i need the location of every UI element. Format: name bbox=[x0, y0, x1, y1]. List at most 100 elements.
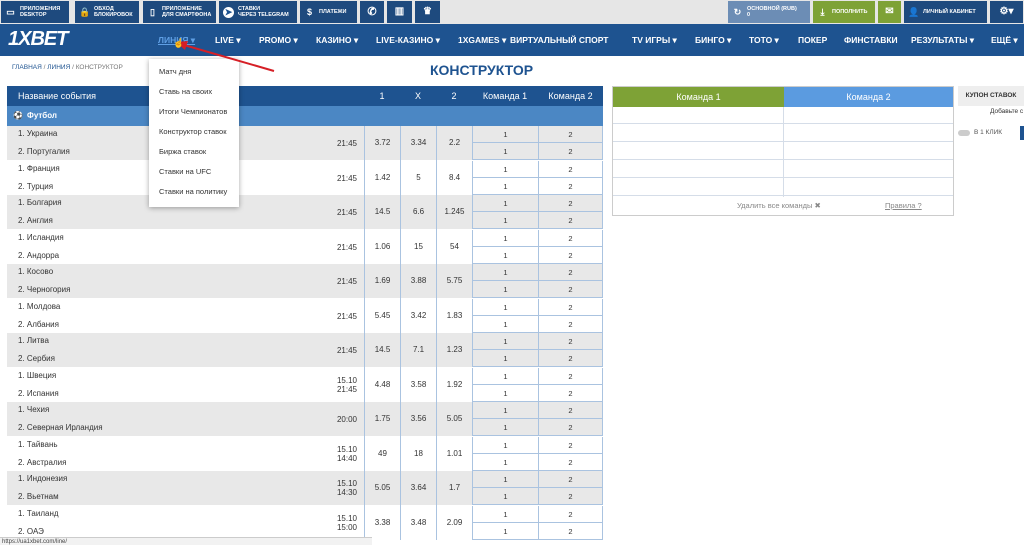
trophy-button[interactable]: ♛ bbox=[415, 1, 440, 23]
team1-pick-2[interactable]: 1 bbox=[472, 453, 538, 471]
team2-pick-2[interactable]: 2 bbox=[538, 177, 603, 195]
table-row[interactable]: 1. Швеция 2. Испания 15.10 21:45 4.48 3.58 1.9… bbox=[7, 367, 603, 402]
odds-x[interactable]: 3.58 bbox=[400, 367, 436, 402]
team2-pick-1[interactable]: 2 bbox=[538, 333, 603, 350]
odds-x[interactable]: 7.1 bbox=[400, 333, 436, 368]
team2-pick-2[interactable]: 2 bbox=[538, 384, 603, 402]
coupon-title[interactable]: КУПОН СТАВОК bbox=[958, 86, 1024, 106]
team1-pick-2[interactable]: 1 bbox=[472, 246, 538, 264]
team1-pick-2[interactable]: 1 bbox=[472, 384, 538, 402]
team2-header[interactable]: Команда 2 bbox=[784, 87, 953, 107]
team1-pick-2[interactable]: 1 bbox=[472, 350, 538, 367]
team1-pick-1[interactable]: 1 bbox=[472, 436, 538, 454]
team1-pick-1[interactable]: 1 bbox=[472, 229, 538, 247]
nav-casino[interactable]: КАЗИНО ▾ bbox=[316, 24, 358, 56]
odds-2[interactable]: 8.4 bbox=[436, 160, 472, 195]
team1-pick-1[interactable]: 1 bbox=[472, 264, 538, 281]
table-row[interactable]: 1. Болгария 2. Англия 21:45 14.5 6.6 1.245 1 2 1… bbox=[7, 195, 603, 230]
table-row[interactable]: 1. Тайвань 2. Австралия 15.10 14:40 49 18 1.01… bbox=[7, 436, 603, 471]
team1-pick-1[interactable]: 1 bbox=[472, 367, 538, 385]
menu-item-ufc-bets[interactable]: Ставки на UFC bbox=[159, 167, 211, 176]
odds-1[interactable]: 1.69 bbox=[364, 264, 400, 299]
odds-x[interactable]: 5 bbox=[400, 160, 436, 195]
team1-pick-2[interactable]: 1 bbox=[472, 488, 538, 505]
stats-button[interactable]: ▥ bbox=[387, 1, 412, 23]
team2-pick-1[interactable]: 2 bbox=[538, 367, 603, 385]
nav-1xgames[interactable]: 1XGAMES ▾ bbox=[458, 24, 506, 56]
team1-pick-1[interactable]: 1 bbox=[472, 471, 538, 488]
team1-pick-1[interactable]: 1 bbox=[472, 333, 538, 350]
odds-2[interactable]: 1.92 bbox=[436, 367, 472, 402]
team2-pick-1[interactable]: 2 bbox=[538, 505, 603, 523]
odds-x[interactable]: 3.34 bbox=[400, 126, 436, 161]
odds-x[interactable]: 3.64 bbox=[400, 471, 436, 506]
team2-pick-2[interactable]: 2 bbox=[538, 281, 603, 298]
odds-2[interactable]: 2.09 bbox=[436, 505, 472, 540]
odds-x[interactable]: 3.42 bbox=[400, 298, 436, 333]
team2-pick-1[interactable]: 2 bbox=[538, 471, 603, 488]
team1-pick-2[interactable]: 1 bbox=[472, 143, 538, 160]
cabinet-button[interactable]: 👤 ЛИЧНЫЙ КАБИНЕТ bbox=[904, 1, 987, 23]
nav-live-casino[interactable]: LIVE-КАЗИНО ▾ bbox=[376, 24, 440, 56]
odds-1[interactable]: 1.42 bbox=[364, 160, 400, 195]
team2-pick-2[interactable]: 2 bbox=[538, 212, 603, 229]
team1-header[interactable]: Команда 1 bbox=[613, 87, 784, 107]
odds-1[interactable]: 3.38 bbox=[364, 505, 400, 540]
team1-pick-2[interactable]: 1 bbox=[472, 212, 538, 229]
odds-2[interactable]: 5.75 bbox=[436, 264, 472, 299]
table-row[interactable]: 1. Чехия 2. Северная Ирландия 20:00 1.75 3.5… bbox=[7, 402, 603, 437]
nav-results[interactable]: РЕЗУЛЬТАТЫ ▾ bbox=[911, 24, 974, 56]
clear-teams-button[interactable]: Удалить все команды ✖ bbox=[737, 201, 821, 210]
phone-call-button[interactable]: ✆ bbox=[360, 1, 384, 23]
team2-pick-1[interactable]: 2 bbox=[538, 195, 603, 212]
table-row[interactable]: 1. Франция 2. Турция 21:45 1.42 5 8.4 1 2 1 2 bbox=[7, 160, 603, 195]
bypass-block-button[interactable]: 🔒 ОБХОД БЛОКИРОВОК bbox=[75, 1, 139, 23]
breadcrumb-line[interactable]: ЛИНИЯ bbox=[47, 64, 70, 71]
odds-1[interactable]: 14.5 bbox=[364, 195, 400, 230]
desktop-apps-button[interactable]: ▭ ПРИЛОЖЕНИЯ DESKTOP bbox=[1, 1, 69, 23]
deposit-button[interactable]: ⤓ ПОПОЛНИТЬ bbox=[813, 1, 875, 23]
team2-pick-2[interactable]: 2 bbox=[538, 419, 603, 436]
team2-pick-1[interactable]: 2 bbox=[538, 402, 603, 419]
team2-pick-2[interactable]: 2 bbox=[538, 522, 603, 540]
team2-pick-2[interactable]: 2 bbox=[538, 453, 603, 471]
team1-pick-2[interactable]: 1 bbox=[472, 419, 538, 436]
team2-pick-1[interactable]: 2 bbox=[538, 436, 603, 454]
odds-1[interactable]: 5.45 bbox=[364, 298, 400, 333]
odds-1[interactable]: 4.48 bbox=[364, 367, 400, 402]
odds-x[interactable]: 3.56 bbox=[400, 402, 436, 437]
odds-x[interactable]: 6.6 bbox=[400, 195, 436, 230]
table-row[interactable]: 1. Литва 2. Сербия 21:45 14.5 7.1 1.23 1 2 1 2 bbox=[7, 333, 603, 368]
telegram-button[interactable]: ➤ СТАВКИ ЧЕРЕЗ TELEGRAM bbox=[219, 1, 297, 23]
sport-header[interactable]: ⚽ Футбол bbox=[7, 106, 603, 126]
nav-tv-games[interactable]: TV ИГРЫ ▾ bbox=[632, 24, 677, 56]
team2-pick-2[interactable]: 2 bbox=[538, 315, 603, 333]
odds-2[interactable]: 1.7 bbox=[436, 471, 472, 506]
breadcrumb-home[interactable]: ГЛАВНАЯ bbox=[12, 64, 42, 71]
odds-x[interactable]: 18 bbox=[400, 436, 436, 471]
table-row[interactable]: 1. Косово 2. Черногория 21:45 1.69 3.88 5.75 1… bbox=[7, 264, 603, 299]
table-row[interactable]: 1. Украина 2. Португалия 21:45 3.72 3.34 2.2 1… bbox=[7, 126, 603, 161]
odds-2[interactable]: 1.01 bbox=[436, 436, 472, 471]
menu-item-politics-bets[interactable]: Ставки на политику bbox=[159, 187, 227, 196]
menu-item-bet-on-yours[interactable]: Ставь на своих bbox=[159, 87, 212, 96]
team1-pick-2[interactable]: 1 bbox=[472, 281, 538, 298]
odds-x[interactable]: 3.48 bbox=[400, 505, 436, 540]
menu-item-championship-results[interactable]: Итоги Чемпионатов bbox=[159, 107, 227, 116]
nav-virtual-sport[interactable]: ВИРТУАЛЬНЫЙ СПОРТ bbox=[510, 24, 609, 56]
team1-pick-1[interactable]: 1 bbox=[472, 298, 538, 316]
table-row[interactable]: 1. Молдова 2. Албания 21:45 5.45 3.42 1.83 1 2 1… bbox=[7, 298, 603, 333]
odds-2[interactable]: 54 bbox=[436, 229, 472, 264]
nav-more[interactable]: ЕЩЁ ▾ bbox=[991, 24, 1018, 56]
odds-2[interactable]: 1.83 bbox=[436, 298, 472, 333]
odds-2[interactable]: 1.23 bbox=[436, 333, 472, 368]
team1-pick-1[interactable]: 1 bbox=[472, 126, 538, 143]
team1-pick-2[interactable]: 1 bbox=[472, 315, 538, 333]
nav-poker[interactable]: ПОКЕР bbox=[798, 24, 827, 56]
settings-button[interactable]: ⚙▾ bbox=[990, 1, 1023, 23]
team1-pick-1[interactable]: 1 bbox=[472, 402, 538, 419]
payments-button[interactable]: $ ПЛАТЕЖИ bbox=[300, 1, 357, 23]
messages-button[interactable]: ✉ bbox=[878, 1, 901, 23]
team2-pick-1[interactable]: 2 bbox=[538, 160, 603, 178]
odds-2[interactable]: 1.245 bbox=[436, 195, 472, 230]
